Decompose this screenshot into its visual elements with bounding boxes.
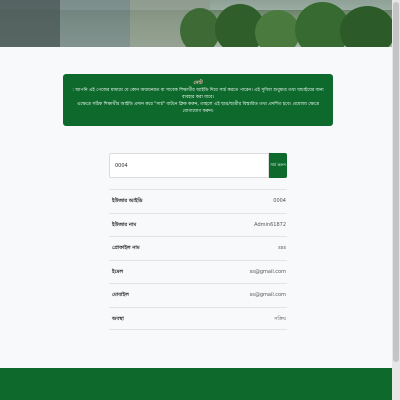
info-row-label: মোবাইল [112,292,129,298]
info-row: ইমেল ss@gmail.com [109,259,287,284]
notice-text-line-2: এক্ষেত্রে সঠিক শিক্ষার্থীর আইডি প্রদান ক… [76,102,320,114]
hero-building [60,0,130,47]
info-row-label: প্রোফাইল নাম [112,245,140,251]
info-row-label: ইমেল [112,268,124,275]
info-row-value: 0004 [273,198,286,204]
search-button[interactable]: সার্চ করুন [269,153,287,178]
info-row-value: ss@gmail.com [249,292,286,298]
footer [0,368,392,400]
student-info-table: ইউজার আইডি 0004 ইউজার নাম Admin61872 প্রোফাই… [109,189,287,330]
hero-tree [340,6,392,47]
info-row: ইউজার নাম Admin61872 [109,212,287,237]
info-row: ইউজার আইডি 0004 [109,189,287,213]
student-search-bar: সার্চ করুন [109,153,287,178]
info-row-value: সক্রিয় [274,315,286,322]
info-row-label: অবস্থা [112,315,124,322]
info-row-value: ss@gmail.com [249,268,286,275]
hero-building [0,0,60,47]
student-id-search-input[interactable] [109,153,269,178]
info-row-label: ইউজার নাম [112,221,137,228]
hero-banner-image [0,0,392,47]
info-row-label: ইউজার আইডি [112,198,143,204]
info-row: প্রোফাইল নাম sss [109,236,287,260]
scrollbar-thumb[interactable] [393,2,399,362]
notice-title: নোট [193,80,203,86]
page-scrollbar[interactable] [392,0,400,400]
notice-text-line-1: : আপনি এই পেজের মাধ্যমে যে কোন অধ্যয়নরত… [72,88,324,100]
notice-panel: নোট : আপনি এই পেজের মাধ্যমে যে কোন অধ্যয… [63,74,333,126]
page: নোট : আপনি এই পেজের মাধ্যমে যে কোন অধ্যয… [0,0,392,400]
info-row-value: Admin61872 [254,221,286,228]
info-row-value: sss [278,245,286,251]
hero-tree [180,8,220,47]
info-row: অবস্থা সক্রিয় [109,306,287,330]
hero-tree [255,10,300,47]
info-row: মোবাইল ss@gmail.com [109,283,287,307]
